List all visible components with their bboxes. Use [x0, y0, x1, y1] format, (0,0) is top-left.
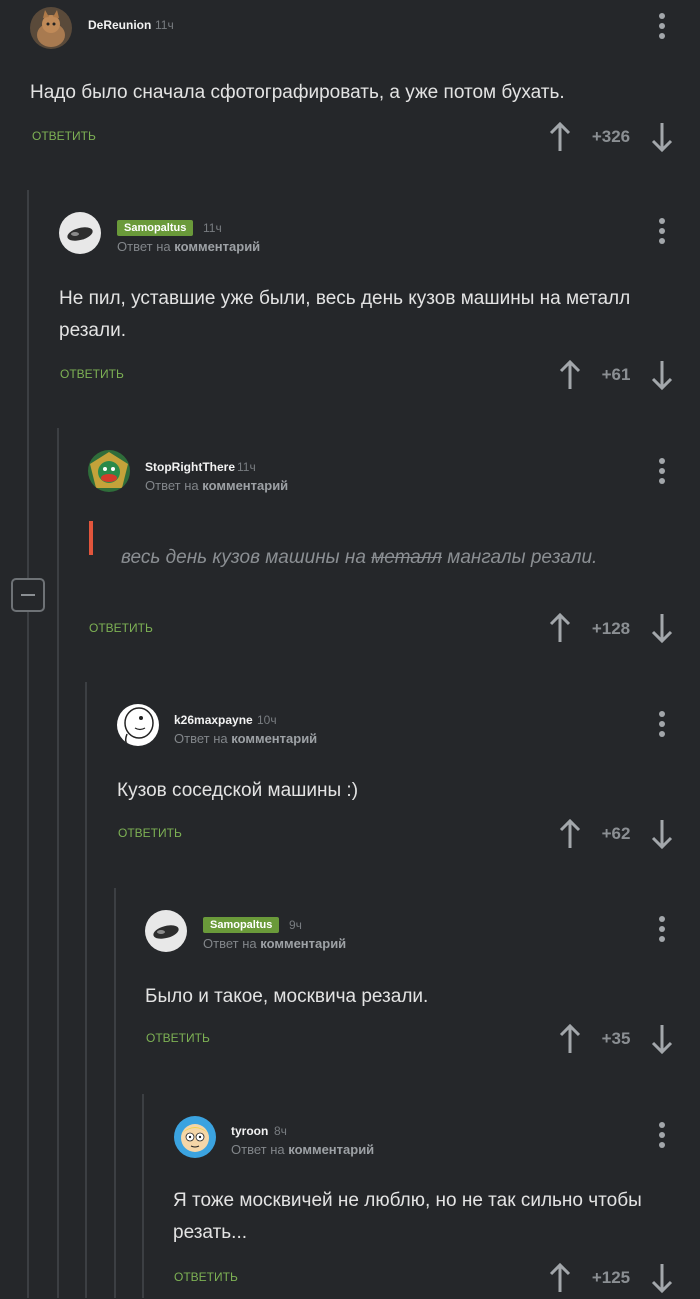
- timestamp: 9ч: [289, 918, 302, 932]
- thread-line-4: [114, 888, 116, 1298]
- rating-score: +35: [601, 1029, 631, 1048]
- thread-line-2: [57, 428, 59, 1298]
- rating-score: +62: [601, 824, 631, 843]
- timestamp: 11ч: [237, 460, 256, 474]
- arrow-down-icon[interactable]: [650, 359, 674, 391]
- reply-prefix: Ответ на: [117, 239, 171, 254]
- reply-prefix: Ответ на: [145, 478, 199, 493]
- more-vertical-icon[interactable]: [654, 457, 670, 485]
- thread-line-1b: [27, 612, 29, 1298]
- timestamp: 8ч: [274, 1124, 287, 1138]
- reply-button[interactable]: ОТВЕТИТЬ: [89, 621, 153, 635]
- comment-text: Я тоже москвичей не люблю, но не так сил…: [173, 1190, 642, 1243]
- reply-target-link[interactable]: комментарий: [231, 731, 317, 746]
- avatar[interactable]: [30, 7, 72, 49]
- arrow-up-icon[interactable]: [548, 1262, 572, 1294]
- timestamp: 10ч: [257, 713, 277, 727]
- reply-to-line: Ответ на комментарий: [145, 478, 288, 493]
- avatar[interactable]: [174, 1116, 216, 1158]
- comment-text: Было и такое, москвича резали.: [145, 986, 429, 1007]
- avatar[interactable]: [117, 704, 159, 746]
- quote-text-struck: металл: [371, 547, 443, 568]
- arrow-down-icon[interactable]: [650, 121, 674, 153]
- username[interactable]: DeReunion: [88, 18, 151, 32]
- more-vertical-icon[interactable]: [654, 12, 670, 40]
- reply-prefix: Ответ на: [174, 731, 228, 746]
- reply-target-link[interactable]: комментарий: [174, 239, 260, 254]
- comment-text: Надо было сначала сфотографировать, а уж…: [30, 82, 565, 103]
- more-vertical-icon[interactable]: [654, 217, 670, 245]
- rating-score: +61: [601, 365, 631, 384]
- reply-to-line: Ответ на комментарий: [117, 239, 260, 254]
- more-vertical-icon[interactable]: [654, 710, 670, 738]
- rating-score: +128: [591, 619, 631, 638]
- reply-target-link[interactable]: комментарий: [260, 936, 346, 951]
- reply-button[interactable]: ОТВЕТИТЬ: [174, 1270, 238, 1284]
- reply-button[interactable]: ОТВЕТИТЬ: [60, 367, 124, 381]
- author-badge[interactable]: Samopaltus: [203, 917, 280, 933]
- reply-prefix: Ответ на: [231, 1142, 285, 1157]
- thread-line-3: [85, 682, 87, 1298]
- collapse-thread-button[interactable]: [11, 578, 45, 612]
- arrow-up-icon[interactable]: [548, 612, 572, 644]
- arrow-down-icon[interactable]: [650, 1023, 674, 1055]
- reply-to-line: Ответ на комментарий: [203, 936, 346, 951]
- username[interactable]: tyroon: [231, 1124, 268, 1138]
- arrow-up-icon[interactable]: [548, 121, 572, 153]
- avatar[interactable]: [145, 910, 187, 952]
- arrow-down-icon[interactable]: [650, 612, 674, 644]
- avatar[interactable]: [59, 212, 101, 254]
- reply-to-line: Ответ на комментарий: [231, 1142, 374, 1157]
- quote-text-after: мангалы резали.: [447, 547, 598, 568]
- timestamp: 11ч: [203, 221, 222, 235]
- reply-button[interactable]: ОТВЕТИТЬ: [32, 129, 96, 143]
- timestamp: 11ч: [155, 18, 174, 32]
- reply-prefix: Ответ на: [203, 936, 257, 951]
- quote-text-before: весь день кузов машины на: [121, 547, 366, 568]
- quote-marker: [89, 521, 93, 555]
- comment-text: Кузов соседской машины :): [117, 780, 359, 801]
- avatar[interactable]: [88, 450, 130, 492]
- thread-line-1: [27, 190, 29, 578]
- thread-line-5: [142, 1094, 144, 1298]
- arrow-down-icon[interactable]: [650, 818, 674, 850]
- arrow-down-icon[interactable]: [650, 1262, 674, 1294]
- reply-target-link[interactable]: комментарий: [202, 478, 288, 493]
- author-badge[interactable]: Samopaltus: [117, 220, 194, 236]
- comment-text: Не пил, уставшие уже были, весь день куз…: [59, 288, 631, 341]
- reply-button[interactable]: ОТВЕТИТЬ: [146, 1031, 210, 1045]
- rating-score: +326: [591, 127, 631, 146]
- arrow-up-icon[interactable]: [558, 818, 582, 850]
- reply-target-link[interactable]: комментарий: [288, 1142, 374, 1157]
- username[interactable]: k26maxpayne: [174, 713, 253, 727]
- username[interactable]: StopRightThere: [145, 460, 235, 474]
- reply-to-line: Ответ на комментарий: [174, 731, 317, 746]
- arrow-up-icon[interactable]: [558, 359, 582, 391]
- quote-text: весь день кузов машины на металл мангалы…: [121, 542, 681, 574]
- more-vertical-icon[interactable]: [654, 915, 670, 943]
- rating-score: +125: [591, 1268, 631, 1287]
- reply-button[interactable]: ОТВЕТИТЬ: [118, 826, 182, 840]
- more-vertical-icon[interactable]: [654, 1121, 670, 1149]
- arrow-up-icon[interactable]: [558, 1023, 582, 1055]
